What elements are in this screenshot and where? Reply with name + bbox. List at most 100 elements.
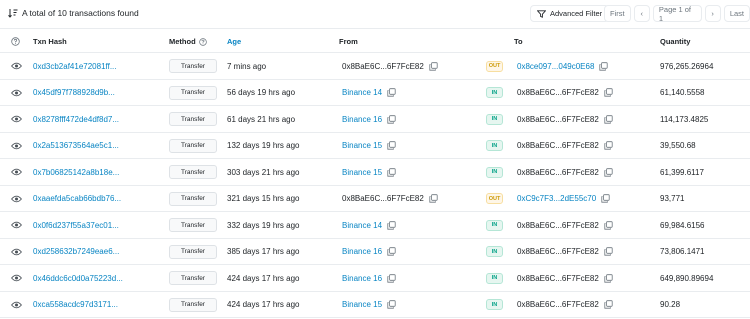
from-address[interactable]: Binance 15 [342, 300, 382, 309]
direction-badge: IN [486, 299, 503, 310]
copy-icon[interactable] [387, 247, 396, 256]
copy-icon[interactable] [387, 300, 396, 309]
advanced-filter-button[interactable]: Advanced Filter [530, 5, 610, 22]
pagination: First ‹ Page 1 of 1 › Last [604, 5, 750, 23]
copy-icon[interactable] [387, 273, 396, 283]
from-address[interactable]: Binance 14 [342, 88, 382, 97]
age-text: 303 days 21 hrs ago [227, 167, 300, 177]
age-header[interactable]: Age [227, 37, 241, 46]
direction-badge: OUT [486, 60, 503, 72]
copy-icon[interactable] [604, 220, 613, 230]
from-address[interactable]: Binance 16 [342, 247, 382, 256]
txn-hash-link[interactable]: 0xaaefda5cab66bdb76... [33, 186, 121, 212]
summary-text: A total of 10 transactions found [22, 8, 139, 18]
table-toolbar: A total of 10 transactions found Advance… [0, 0, 750, 28]
from-address[interactable]: Binance 16 [342, 115, 382, 124]
eye-icon[interactable] [10, 166, 23, 178]
copy-icon[interactable] [604, 300, 613, 309]
page-indicator: Page 1 of 1 [652, 5, 702, 23]
eye-icon[interactable] [10, 60, 23, 72]
quantity-value: 61,140.5558 [660, 88, 705, 97]
copy-icon[interactable] [604, 88, 613, 97]
eye-icon[interactable] [10, 87, 23, 99]
txn-hash-link[interactable]: 0x0f6d237f55a37ec01... [33, 212, 119, 238]
txn-hash-link[interactable]: 0x2a513673564ae5c1... [33, 133, 119, 159]
txn-hash-link[interactable]: 0x46ddc6c0d0a75223d... [33, 265, 123, 291]
eye-icon[interactable] [10, 299, 23, 311]
to-address: 0x8BaE6C...6F7FcE82 [517, 167, 599, 177]
to-address[interactable]: 0x8ce097...049c0E68 [517, 62, 594, 71]
copy-icon[interactable] [429, 61, 438, 71]
copy-icon[interactable] [604, 141, 613, 150]
from-address[interactable]: Binance 14 [342, 221, 382, 230]
from-address[interactable]: Binance 16 [342, 274, 382, 283]
to-address: 0x8BaE6C...6F7FcE82 [517, 247, 599, 256]
copy-icon[interactable] [387, 141, 396, 150]
direction-badge: IN [486, 246, 503, 257]
from-address[interactable]: Binance 15 [342, 141, 382, 150]
txn-hash-link[interactable]: 0xd258632b7249eae6... [33, 239, 119, 265]
chevron-left-icon: ‹ [640, 9, 644, 18]
method-badge: Transfer [169, 59, 217, 73]
to-header: To [514, 37, 523, 46]
to-address: 0x8BaE6C...6F7FcE82 [517, 141, 599, 150]
to-address: 0x8BaE6C...6F7FcE82 [517, 220, 599, 230]
to-address[interactable]: 0xC9c7F3...2dE55c70 [517, 194, 596, 203]
copy-icon[interactable] [599, 61, 609, 71]
eye-icon[interactable] [10, 140, 23, 152]
table-row: 0xca558acdc97d3171... Transfer 424 days 17… [0, 292, 750, 318]
txn-hash-link[interactable]: 0xd3cb2af41e72081ff... [33, 53, 116, 79]
from-address[interactable]: Binance 15 [342, 168, 382, 177]
transactions-summary: A total of 10 transactions found [8, 8, 139, 18]
from-header: From [339, 37, 358, 46]
eye-icon[interactable] [10, 272, 23, 284]
eye-icon[interactable] [10, 246, 23, 258]
eye-icon[interactable] [10, 193, 23, 205]
table-row: 0xaaefda5cab66bdb76... Transfer 321 days 1… [0, 186, 750, 212]
filter-icon [537, 9, 546, 18]
prev-page-button[interactable]: ‹ [633, 5, 650, 22]
quantity-value: 90.28 [660, 300, 681, 309]
table-row: 0x46ddc6c0d0a75223d... Transfer 424 days 1… [0, 265, 750, 292]
direction-badge: IN [486, 113, 503, 125]
table-row: 0x7b06825142a8b18e... Transfer 303 days 21… [0, 159, 750, 186]
txn-hash-link[interactable]: 0x45df97f788928d9b... [33, 80, 115, 106]
advanced-filter-label: Advanced Filter [550, 9, 603, 18]
copy-icon[interactable] [604, 247, 613, 256]
copy-icon[interactable] [387, 167, 396, 177]
age-text: 132 days 19 hrs ago [227, 141, 300, 150]
to-address: 0x8BaE6C...6F7FcE82 [517, 114, 599, 124]
eye-icon[interactable] [10, 113, 23, 125]
txn-hash-link[interactable]: 0x7b06825142a8b18e... [33, 159, 119, 185]
to-address: 0x8BaE6C...6F7FcE82 [517, 300, 599, 309]
copy-icon[interactable] [429, 194, 438, 203]
sort-icon [8, 9, 18, 18]
copy-icon[interactable] [387, 114, 396, 124]
copy-icon[interactable] [604, 167, 613, 177]
quantity-value: 39,550.68 [660, 141, 696, 150]
method-badge: Transfer [169, 191, 217, 206]
copy-icon[interactable] [604, 114, 613, 124]
method-badge: Transfer [169, 112, 217, 126]
method-badge: Transfer [169, 244, 217, 259]
table-row: 0x0f6d237f55a37ec01... Transfer 332 days 1… [0, 212, 750, 239]
copy-icon[interactable] [387, 220, 396, 230]
txn-hash-link[interactable]: 0x8278fff472de4df8d7... [33, 106, 119, 132]
copy-icon[interactable] [387, 88, 396, 97]
method-badge: Transfer [169, 165, 217, 179]
method-badge: Transfer [169, 271, 217, 285]
age-text: 385 days 17 hrs ago [227, 247, 300, 256]
txn-hash-link[interactable]: 0xca558acdc97d3171... [33, 292, 118, 318]
last-page-button[interactable]: Last [723, 5, 750, 22]
next-page-button[interactable]: › [704, 5, 721, 22]
copy-icon[interactable] [604, 273, 613, 283]
help-circle-icon[interactable] [11, 37, 20, 46]
copy-icon[interactable] [601, 194, 610, 203]
first-page-button[interactable]: First [604, 5, 631, 22]
quantity-value: 976,265.26964 [660, 61, 714, 71]
eye-icon[interactable] [10, 219, 23, 231]
quantity-value: 73,806.1471 [660, 247, 705, 256]
help-circle-icon[interactable] [198, 37, 207, 46]
quantity-value: 114,173.4825 [660, 114, 709, 124]
quantity-value: 61,399.6117 [660, 167, 704, 177]
